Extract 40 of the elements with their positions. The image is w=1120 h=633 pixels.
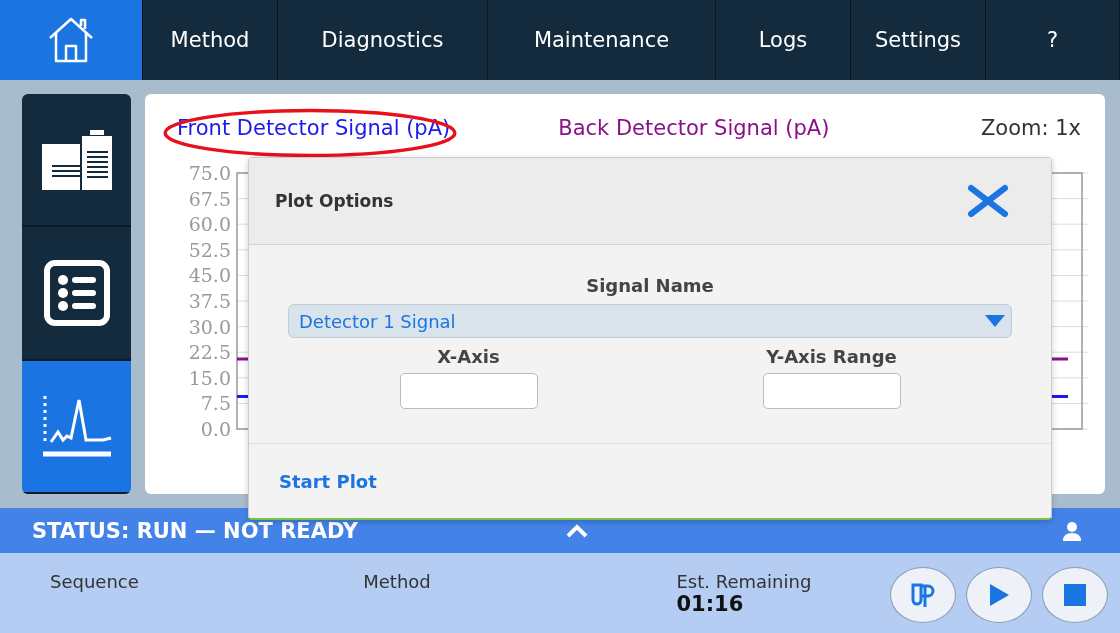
field-label: Sequence bbox=[50, 571, 140, 592]
axis-tick-label: 0.0 bbox=[200, 418, 231, 440]
vial-icon bbox=[910, 582, 936, 608]
instrument-icon bbox=[41, 129, 112, 190]
list-icon bbox=[43, 260, 110, 326]
axis-tick-label: 45.0 bbox=[188, 264, 231, 287]
zoom-level: Zoom: 1x bbox=[980, 116, 1081, 140]
sidebar-button[interactable] bbox=[22, 94, 131, 228]
chevron-up-icon[interactable] bbox=[565, 523, 589, 538]
field-label: Method bbox=[363, 571, 432, 592]
field-label: Y-Axis Range bbox=[766, 346, 897, 367]
caret-icon bbox=[985, 315, 1005, 327]
axis-tick-label: 75.0 bbox=[188, 166, 231, 184]
axis-tick-label: 22.5 bbox=[188, 341, 231, 364]
field-label: X-Axis bbox=[437, 346, 500, 367]
axis-tick-label: 67.5 bbox=[188, 187, 231, 210]
field-label: Est. Remaining bbox=[676, 571, 813, 592]
field-value: 01:16 bbox=[676, 592, 745, 616]
sidebar-button[interactable] bbox=[22, 227, 131, 361]
start-plot-link[interactable]: Start Plot bbox=[279, 470, 377, 492]
play-icon bbox=[988, 583, 1010, 607]
stop-icon bbox=[1064, 584, 1086, 606]
home-icon bbox=[48, 16, 94, 64]
status-text: STATUS: RUN — NOT READY bbox=[32, 518, 359, 543]
field-label: Signal Name bbox=[586, 275, 714, 296]
axis-tick-label: 15.0 bbox=[188, 366, 231, 389]
chromatogram-icon bbox=[40, 394, 113, 459]
input-field[interactable] bbox=[762, 373, 901, 409]
user-icon[interactable] bbox=[1062, 520, 1082, 541]
axis-tick-label: 30.0 bbox=[188, 315, 231, 338]
series-title: Back Detector Signal (pA) bbox=[558, 116, 830, 140]
sidebar-button[interactable] bbox=[22, 360, 131, 494]
axis-tick-label: 60.0 bbox=[188, 213, 231, 236]
nav-tab[interactable] bbox=[0, 0, 143, 80]
axis-tick-label: 7.5 bbox=[200, 392, 231, 415]
axis-tick-label: 52.5 bbox=[188, 238, 231, 261]
close-icon[interactable] bbox=[965, 184, 1011, 218]
dialog-title: Plot Options bbox=[275, 191, 394, 211]
axis-tick-label: 37.5 bbox=[188, 290, 231, 312]
input-field[interactable] bbox=[399, 373, 538, 409]
